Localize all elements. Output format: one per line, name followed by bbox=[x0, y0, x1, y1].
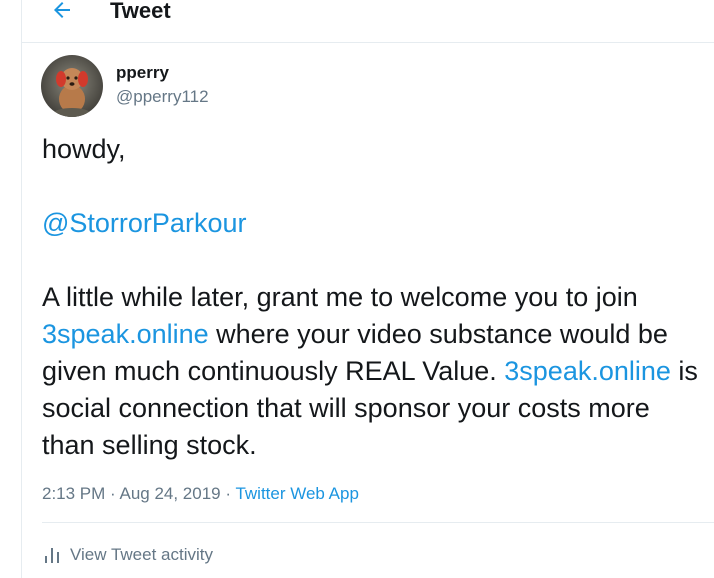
source-app-link[interactable]: Twitter Web App bbox=[235, 484, 358, 503]
tweet-line: howdy, bbox=[42, 134, 126, 164]
arrow-left-icon bbox=[54, 2, 70, 18]
tweet-meta: 2:13 PM · Aug 24, 2019 · Twitter Web App bbox=[42, 483, 359, 505]
tweet-text-span: where your video substance would be bbox=[208, 319, 668, 349]
url-link[interactable]: 3speak.online bbox=[504, 356, 671, 386]
divider bbox=[42, 522, 714, 523]
avatar-dog-photo bbox=[41, 55, 103, 117]
tweet-line: 3speak.online where your video substance… bbox=[42, 316, 714, 353]
tweet-line: @StorrorParkour bbox=[42, 205, 714, 242]
url-link[interactable]: 3speak.online bbox=[42, 319, 209, 349]
tweet-column: Tweet pperry @pperry112 howdy, @StorrorP… bbox=[21, 0, 714, 578]
view-tweet-activity-button[interactable]: View Tweet activity bbox=[44, 544, 213, 566]
meta-separator: · bbox=[220, 484, 236, 503]
back-button[interactable] bbox=[48, 0, 76, 24]
meta-separator: · bbox=[105, 484, 120, 503]
mention-link[interactable]: @StorrorParkour bbox=[42, 208, 246, 238]
tweet-line: social connection that will sponsor your… bbox=[42, 393, 650, 423]
tweet-line: given much continuously REAL Value. 3spe… bbox=[42, 353, 714, 390]
bar-chart-icon bbox=[44, 546, 60, 564]
tweet-text-span: is bbox=[670, 356, 698, 386]
author-handle[interactable]: @pperry112 bbox=[116, 86, 209, 108]
tweet-line: A little while later, grant me to welcom… bbox=[42, 282, 638, 312]
tweet-header: Tweet bbox=[22, 0, 714, 43]
tweet-line: than selling stock. bbox=[42, 430, 257, 460]
page-title: Tweet bbox=[110, 0, 171, 23]
avatar[interactable] bbox=[41, 55, 103, 117]
author-name[interactable]: pperry bbox=[116, 62, 169, 84]
tweet-date[interactable]: Aug 24, 2019 bbox=[119, 484, 220, 503]
tweet-time[interactable]: 2:13 PM bbox=[42, 484, 105, 503]
tweet-text: howdy, @StorrorParkour A little while la… bbox=[42, 131, 714, 464]
tweet-text-span: given much continuously REAL Value. bbox=[42, 356, 505, 386]
view-tweet-activity-label: View Tweet activity bbox=[70, 545, 213, 564]
